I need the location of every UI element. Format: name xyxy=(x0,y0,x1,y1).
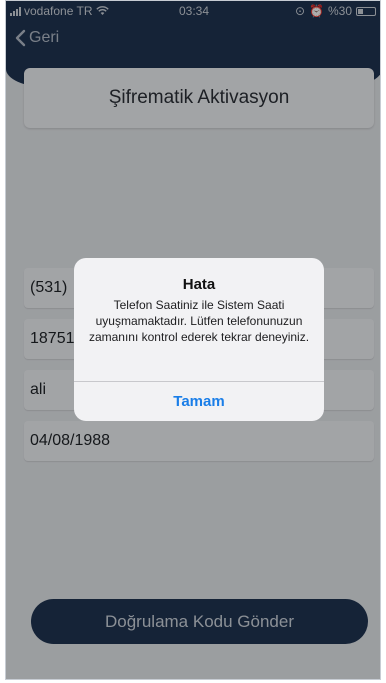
alert-message: Telefon Saatiniz ile Sistem Saati uyuşma… xyxy=(88,298,310,344)
app-screen: vodafone TR 03:34 ⊙ ⏰ %30 Geri Şifremati… xyxy=(5,0,381,680)
alert-title: Hata xyxy=(182,276,216,293)
alert-ok-button[interactable]: Tamam xyxy=(74,382,324,421)
error-alert: Hata Telefon Saatiniz ile Sistem Saati u… xyxy=(74,258,324,421)
